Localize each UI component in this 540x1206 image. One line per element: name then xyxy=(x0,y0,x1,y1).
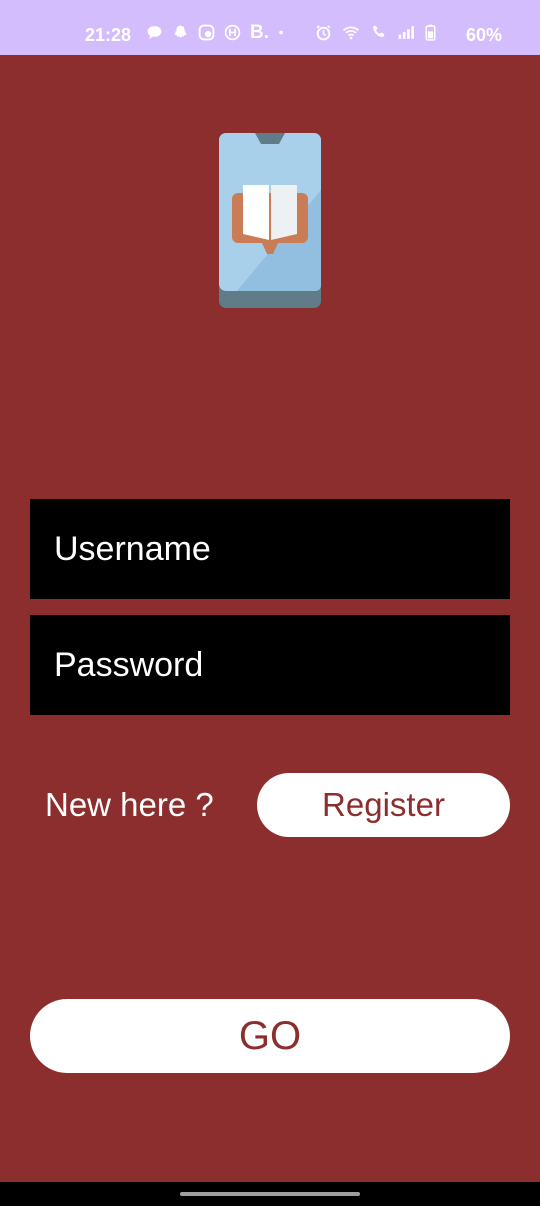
navigation-bar xyxy=(0,1182,540,1206)
battery-icon xyxy=(425,24,436,41)
status-right-icons xyxy=(315,24,436,41)
status-bar: 21:28 B. 60% xyxy=(0,0,540,55)
phone-book-icon xyxy=(219,133,321,308)
battery-percent: 60% xyxy=(465,25,502,45)
password-field[interactable] xyxy=(30,615,510,715)
signal-icon xyxy=(398,26,414,39)
status-time: 21:28 xyxy=(85,25,132,45)
messenger-icon xyxy=(198,24,215,41)
go-button[interactable]: GO xyxy=(30,999,510,1073)
snapchat-icon xyxy=(174,25,187,38)
new-here-label: New here ? xyxy=(45,786,214,823)
alarm-icon xyxy=(316,25,331,41)
wifi-calling-icon xyxy=(373,25,385,37)
password-input[interactable] xyxy=(54,645,510,685)
b-letter-icon: B. xyxy=(250,22,269,43)
chat-bubble-icon xyxy=(147,26,162,39)
status-left-icons: B. xyxy=(146,22,288,43)
dot-icon xyxy=(279,30,283,35)
register-button[interactable]: Register xyxy=(257,773,510,837)
username-input[interactable] xyxy=(54,529,510,569)
h-badge-icon xyxy=(224,24,241,41)
username-field[interactable] xyxy=(30,499,510,599)
wifi-icon xyxy=(342,26,360,40)
home-indicator[interactable] xyxy=(180,1192,360,1196)
